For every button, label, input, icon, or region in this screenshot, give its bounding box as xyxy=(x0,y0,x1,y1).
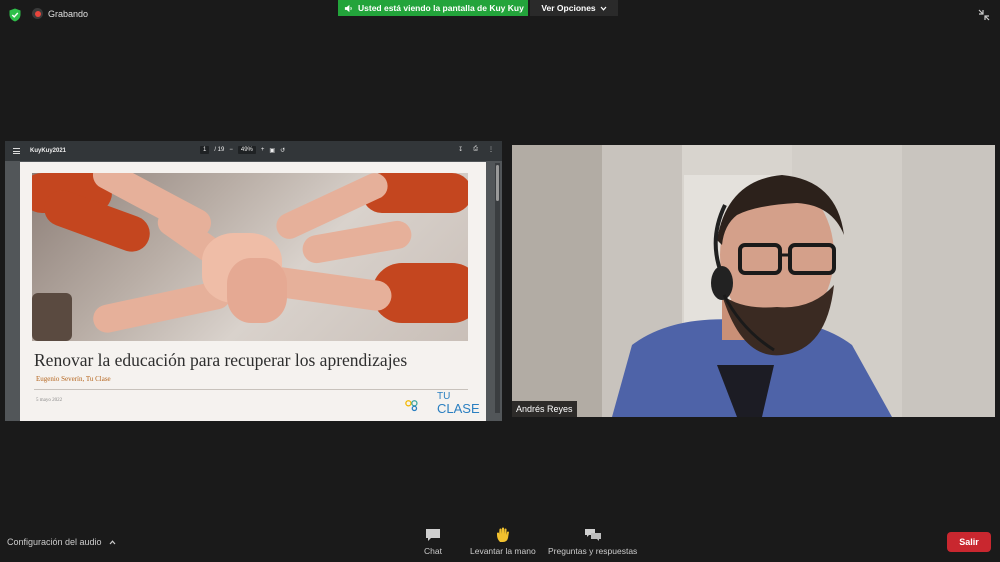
download-icon[interactable]: ↧ xyxy=(458,146,463,153)
logo-line2: CLASE xyxy=(437,401,480,416)
page-number-input[interactable]: 1 xyxy=(200,146,210,154)
record-icon xyxy=(32,8,43,19)
qa-button[interactable]: Preguntas y respuestas xyxy=(548,527,637,556)
recording-indicator[interactable]: Grabando xyxy=(32,8,88,19)
more-icon[interactable]: ⋮ xyxy=(488,146,494,153)
recording-label: Grabando xyxy=(48,8,89,19)
slide-author: Eugenio Severín, Tu Clase xyxy=(36,375,111,383)
slide-divider xyxy=(34,389,468,390)
zoom-out-icon[interactable]: − xyxy=(229,147,233,153)
exit-fullscreen-icon[interactable] xyxy=(978,9,990,21)
fit-page-icon[interactable]: ▣ xyxy=(269,147,275,154)
pdf-scrollbar[interactable] xyxy=(495,163,500,413)
tu-clase-logo xyxy=(405,400,418,412)
participant-name: Andrés Reyes xyxy=(512,401,577,417)
rotate-icon[interactable]: ↺ xyxy=(280,147,285,154)
speaker-icon xyxy=(344,4,352,12)
view-options-button[interactable]: Ver Opciones xyxy=(530,0,618,16)
leave-button[interactable]: Salir xyxy=(947,532,991,552)
pdf-document-title: KuyKuy2021 xyxy=(30,148,67,154)
raise-hand-icon xyxy=(494,527,512,543)
screen-share-banner: Usted está viendo la pantalla de Kuy Kuy xyxy=(338,0,528,16)
shared-screen[interactable]: KuyKuy2021 1 / 19 − 49% + ▣ ↺ ↧ ⎙ ⋮ Reno… xyxy=(5,141,502,421)
logo-text: TU CLASE xyxy=(437,392,480,416)
participant-video[interactable]: Andrés Reyes xyxy=(512,145,995,417)
qa-icon xyxy=(584,527,602,543)
slide-title: Renovar la educación para recuperar los … xyxy=(34,350,408,370)
audio-settings-label: Configuración del audio xyxy=(7,537,102,547)
share-banner-text: Usted está viendo la pantalla de Kuy Kuy xyxy=(358,3,524,13)
qa-label: Preguntas y respuestas xyxy=(548,546,638,556)
zoom-in-icon[interactable]: + xyxy=(261,147,265,153)
page-total: / 19 xyxy=(214,147,225,153)
chat-icon xyxy=(424,527,442,543)
raise-hand-label: Levantar la mano xyxy=(470,546,536,556)
slide-photo-hands xyxy=(32,173,468,341)
audio-settings[interactable]: Configuración del audio xyxy=(7,537,116,547)
pdf-toolbar: KuyKuy2021 1 / 19 − 49% + ▣ ↺ ↧ ⎙ ⋮ xyxy=(5,141,502,161)
view-options-label: Ver Opciones xyxy=(541,3,596,13)
shield-check-icon[interactable] xyxy=(8,8,22,22)
pdf-actions: ↧ ⎙ ⋮ xyxy=(458,146,494,153)
pdf-page-controls: 1 / 19 − 49% + ▣ ↺ xyxy=(200,146,285,154)
menu-icon[interactable] xyxy=(13,148,20,154)
chat-label: Chat xyxy=(424,546,442,556)
chevron-down-icon xyxy=(600,6,607,11)
participant-video-feed xyxy=(512,145,995,417)
slide-page: Renovar la educación para recuperar los … xyxy=(20,162,486,421)
zoom-level[interactable]: 49% xyxy=(237,146,256,154)
print-icon[interactable]: ⎙ xyxy=(473,146,478,153)
slide-date: 5 mayo 2022 xyxy=(36,398,63,403)
chat-button[interactable]: Chat xyxy=(424,527,442,556)
chevron-up-icon xyxy=(109,539,116,544)
meeting-window: Grabando Usted está viendo la pantalla d… xyxy=(0,0,1000,562)
raise-hand-button[interactable]: Levantar la mano xyxy=(470,527,536,556)
